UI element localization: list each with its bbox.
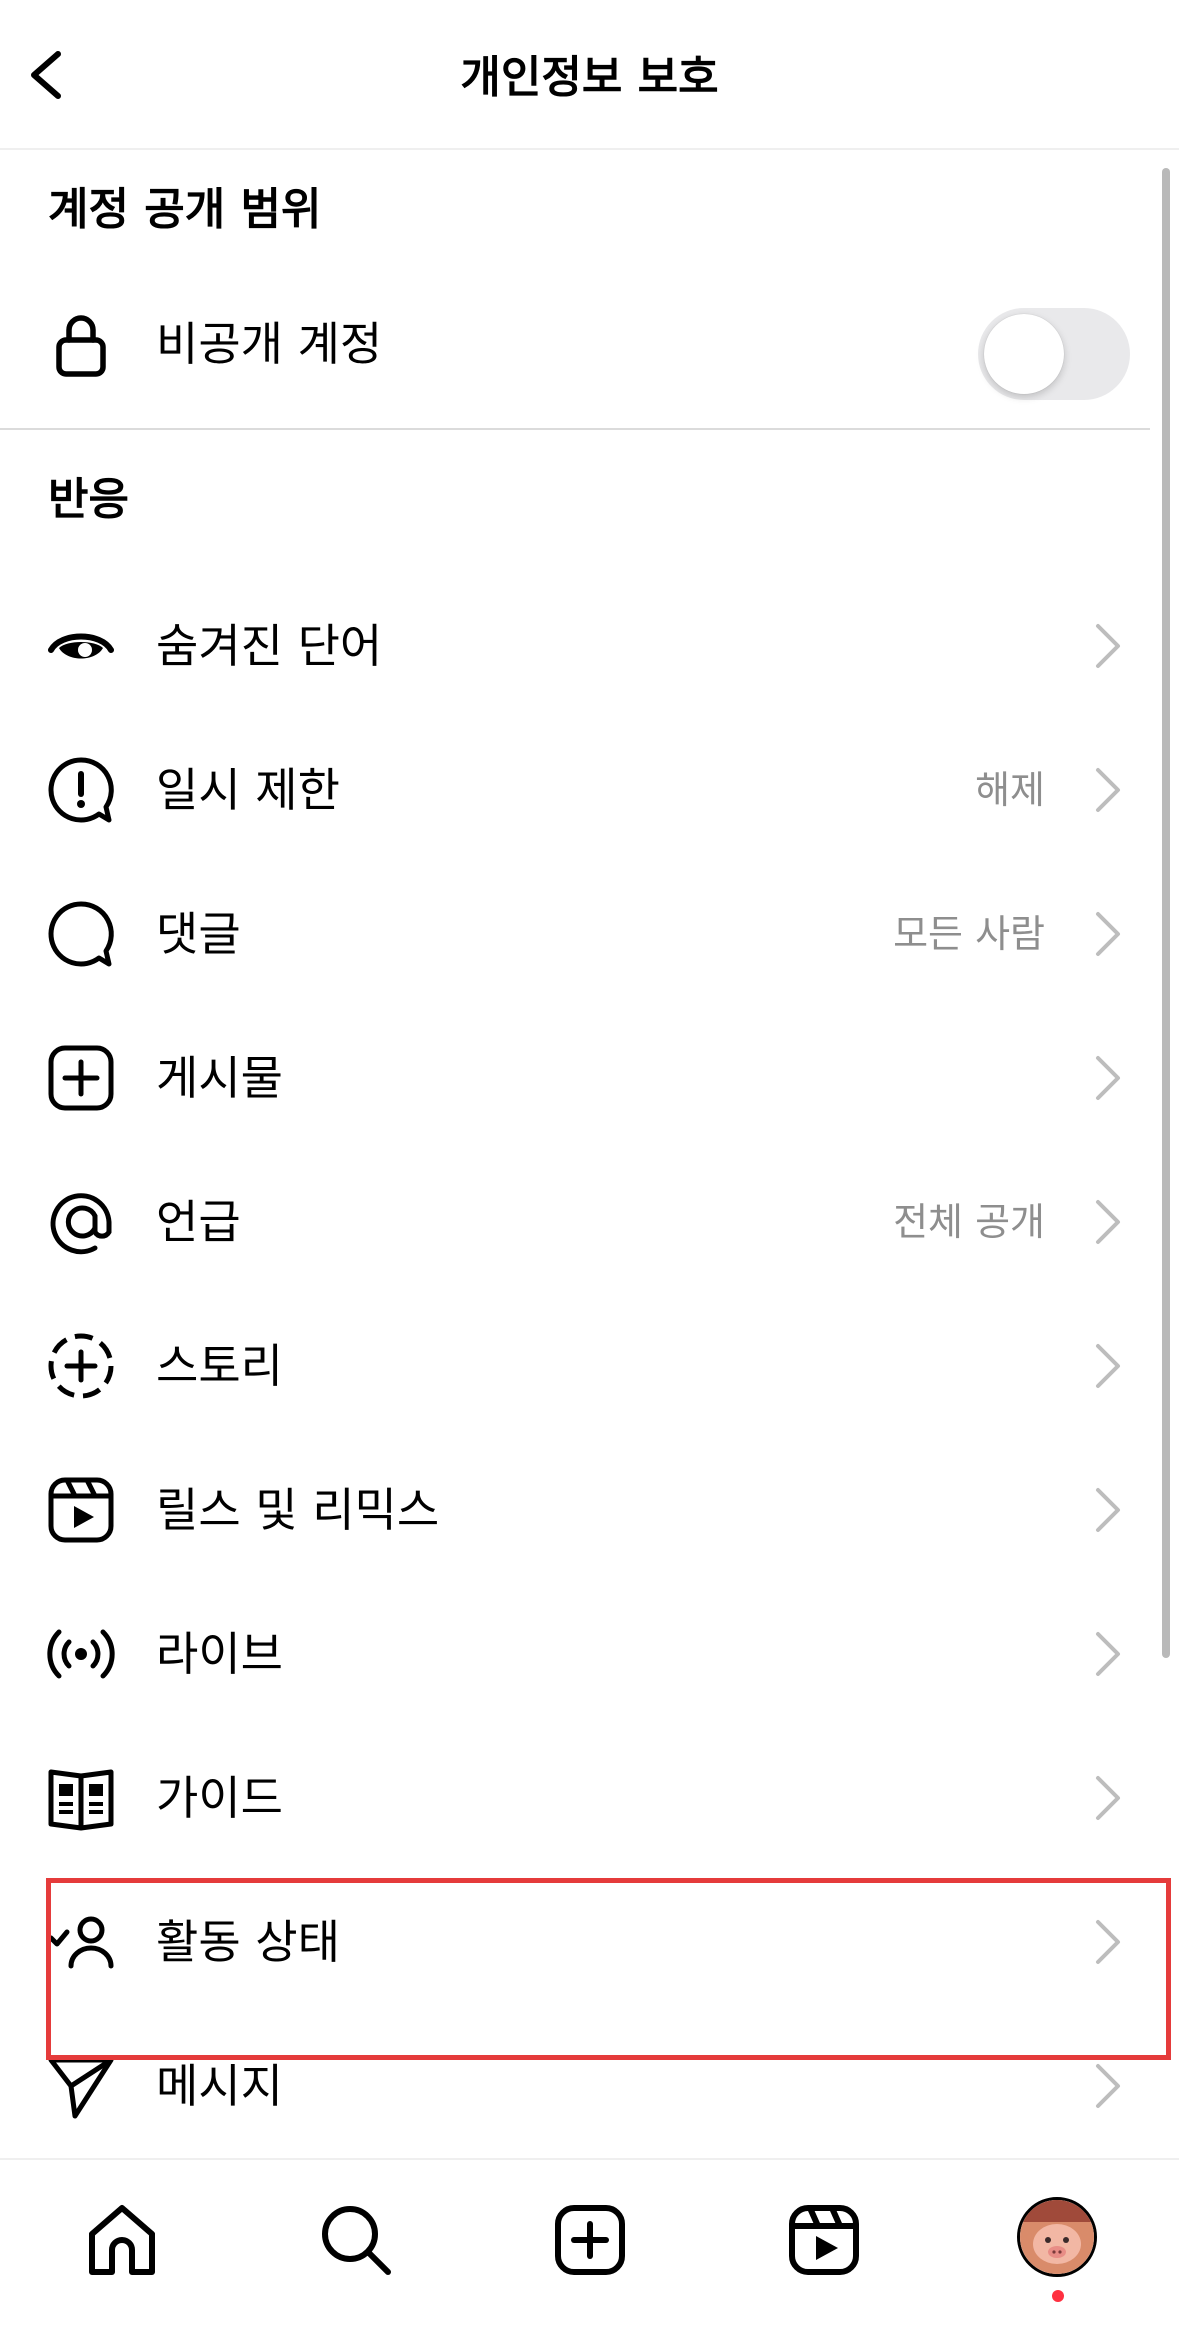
hidden-words-icon	[48, 633, 114, 659]
row-label: 가이드	[156, 1771, 283, 1825]
chevron-right-icon	[1096, 2064, 1120, 2108]
row-label: 숨겨진 단어	[156, 619, 383, 673]
row-label: 스토리	[156, 1339, 283, 1393]
live-icon	[47, 1629, 115, 1679]
scrollbar[interactable]	[1162, 168, 1170, 1658]
story-add-icon	[48, 1333, 114, 1399]
list-item-guides[interactable]: 가이드	[0, 1728, 1179, 1868]
message-send-icon	[48, 2057, 114, 2119]
nav-home-button[interactable]	[82, 2200, 162, 2280]
page-title: 개인정보 보호	[460, 52, 719, 103]
section-divider	[0, 428, 1150, 430]
row-label: 라이브	[156, 1627, 283, 1681]
section-title-interactions: 반응	[48, 474, 129, 525]
lock-icon	[56, 315, 106, 377]
chevron-right-icon	[1096, 768, 1120, 812]
row-label: 릴스 및 리믹스	[156, 1483, 440, 1537]
list-item-mentions[interactable]: 언급 전체 공개	[0, 1152, 1179, 1292]
list-item-hidden-words[interactable]: 숨겨진 단어	[0, 576, 1179, 716]
search-icon	[322, 2206, 391, 2275]
mention-icon	[50, 1193, 112, 1255]
row-value: 모든 사람	[893, 912, 1045, 956]
row-label: 언급	[156, 1195, 241, 1249]
chevron-right-icon	[1096, 912, 1120, 956]
row-label: 댓글	[156, 907, 241, 961]
chevron-right-icon	[1096, 1344, 1120, 1388]
reels-icon	[789, 2205, 859, 2275]
nav-create-button[interactable]	[550, 2200, 630, 2280]
chevron-right-icon	[1096, 1488, 1120, 1532]
row-label: 활동 상태	[156, 1915, 340, 1969]
row-label: 일시 제한	[156, 763, 340, 817]
chevron-right-icon	[1096, 1632, 1120, 1676]
chevron-right-icon	[1096, 1056, 1120, 1100]
guide-icon	[48, 1769, 114, 1831]
profile-avatar-image	[1020, 2200, 1094, 2274]
reels-icon	[48, 1477, 114, 1543]
notification-dot	[1052, 2290, 1064, 2302]
chevron-right-icon	[1096, 1200, 1120, 1244]
row-label: 게시물	[156, 1051, 283, 1105]
list-item-messages[interactable]: 메시지	[0, 2016, 1179, 2156]
list-item-activity-status[interactable]: 활동 상태	[0, 1872, 1179, 2012]
nav-search-button[interactable]	[316, 2200, 396, 2280]
list-item-comments[interactable]: 댓글 모든 사람	[0, 864, 1179, 1004]
list-item-reels-remix[interactable]: 릴스 및 리믹스	[0, 1440, 1179, 1580]
row-label: 메시지	[156, 2059, 283, 2113]
chevron-right-icon	[1096, 624, 1120, 668]
list-item-restrict[interactable]: 일시 제한 해제	[0, 720, 1179, 860]
bottom-tab-bar	[0, 2158, 1179, 2339]
profile-avatar[interactable]	[1017, 2197, 1097, 2277]
chevron-right-icon	[1096, 1776, 1120, 1820]
list-item-posts[interactable]: 게시물	[0, 1008, 1179, 1148]
chevron-right-icon	[1096, 1920, 1120, 1964]
private-account-toggle[interactable]	[978, 308, 1130, 400]
post-add-icon	[48, 1045, 114, 1111]
home-icon	[89, 2205, 155, 2275]
comment-icon	[48, 901, 114, 967]
restrict-icon	[48, 757, 114, 823]
row-value: 해제	[975, 768, 1045, 812]
list-item-live[interactable]: 라이브	[0, 1584, 1179, 1724]
create-icon	[555, 2205, 625, 2275]
nav-reels-button[interactable]	[784, 2200, 864, 2280]
list-item-story[interactable]: 스토리	[0, 1296, 1179, 1436]
private-account-label: 비공개 계정	[156, 317, 383, 371]
activity-status-icon	[48, 1916, 114, 1969]
toggle-knob	[984, 314, 1064, 394]
top-bar: 개인정보 보호	[0, 0, 1179, 150]
row-value: 전체 공개	[893, 1200, 1045, 1244]
section-title-account-visibility: 계정 공개 범위	[48, 184, 322, 235]
